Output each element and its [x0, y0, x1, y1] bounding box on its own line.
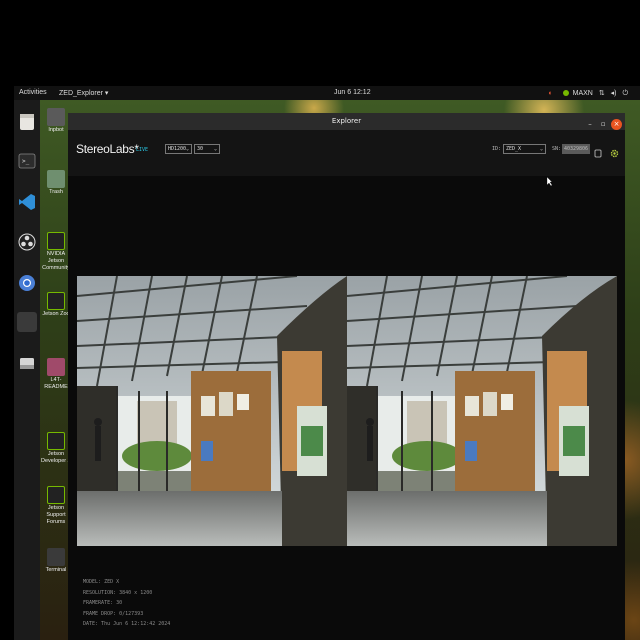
chevron-down-icon: ⌄ — [539, 146, 543, 152]
chevron-down-icon: ⌄ — [185, 146, 189, 152]
resolution-select[interactable]: HD1200 ⌄ — [165, 144, 192, 154]
camera-id-select[interactable]: ZED_X ⌄ — [503, 144, 546, 154]
window-titlebar[interactable]: Explorer – ▫ × — [68, 113, 625, 130]
toolbar: StereoLabs* LIVE HD1200 ⌄ 30 ⌄ ID: ZED_X ⌄ … — [68, 130, 625, 186]
app-menu[interactable]: ZED_Explorer ▾ — [59, 89, 108, 97]
info-resolution: RESOLUTION: 3840 x 1200 — [83, 589, 153, 596]
lobby-scene-image — [347, 276, 617, 546]
lobby-scene-image — [77, 276, 347, 546]
power-mode-indicator[interactable]: MAXN — [559, 90, 593, 97]
right-camera-view — [347, 276, 617, 546]
live-indicator: LIVE — [136, 147, 149, 153]
serial-number-field: 40329806 — [562, 144, 590, 154]
left-camera-view — [77, 276, 347, 546]
chromium-icon[interactable] — [17, 273, 37, 293]
app-icon[interactable] — [17, 312, 37, 332]
clock[interactable]: Jun 6 12:12 — [334, 89, 371, 96]
info-frame-drop: FRAME DROP: 0/127393 — [83, 610, 144, 617]
info-framerate: FRAMERATE: 30 — [83, 600, 123, 606]
trash-icon — [47, 170, 65, 188]
explorer-window: Explorer – ▫ × StereoLabs* LIVE HD1200 ⌄ … — [68, 113, 625, 640]
folder-icon — [47, 108, 65, 126]
record-icon[interactable] — [594, 143, 602, 162]
volume-icon[interactable]: ◂) — [611, 90, 617, 97]
chevron-down-icon: ⌄ — [213, 146, 217, 152]
nvidia-dot-icon — [562, 90, 569, 97]
sn-label: SN: — [552, 146, 562, 152]
mouse-cursor-icon — [547, 177, 552, 186]
nvidia-icon — [47, 232, 65, 250]
nvidia-icon[interactable]: ◐ — [548, 90, 552, 97]
window-title: Explorer — [331, 117, 362, 125]
stereolabs-logo: StereoLabs* — [76, 142, 139, 156]
terminal-icon[interactable]: >_ — [17, 151, 37, 171]
stereo-video-feed — [77, 276, 617, 546]
dock: >_ — [14, 100, 40, 640]
fps-select[interactable]: 30 ⌄ — [194, 144, 220, 154]
desktop-screen: Activities ZED_Explorer ▾ Jun 6 12:12 ◐ … — [0, 0, 640, 640]
power-icon[interactable]: ⏻ — [622, 90, 628, 97]
terminal-icon — [47, 548, 65, 566]
id-label: ID: — [492, 146, 502, 152]
info-date: DATE: Thu Jun 6 12:12:42 2024 — [83, 621, 171, 627]
vscode-icon[interactable] — [17, 192, 37, 212]
nvidia-icon — [47, 486, 65, 504]
nvidia-icon — [47, 292, 65, 310]
network-icon[interactable]: ⇅ — [599, 90, 605, 97]
activities-button[interactable]: Activities — [19, 89, 47, 96]
drive-icon[interactable] — [17, 353, 37, 373]
settings-icon[interactable] — [610, 143, 619, 162]
folder-icon — [47, 358, 65, 376]
camera-info-panel: MODEL: ZED X RESOLUTION: 3840 x 1200 FRA… — [83, 577, 170, 630]
system-tray[interactable]: ◐ MAXN ⇅ ◂) ⏻ — [544, 89, 628, 98]
close-button[interactable]: × — [611, 119, 622, 130]
nvidia-icon — [47, 432, 65, 450]
obs-icon[interactable] — [17, 232, 37, 252]
files-icon[interactable] — [17, 112, 37, 132]
top-panel: Activities ZED_Explorer ▾ Jun 6 12:12 ◐ … — [14, 86, 640, 100]
svg-text:>_: >_ — [22, 158, 30, 165]
info-model: MODEL: ZED X — [83, 579, 120, 585]
